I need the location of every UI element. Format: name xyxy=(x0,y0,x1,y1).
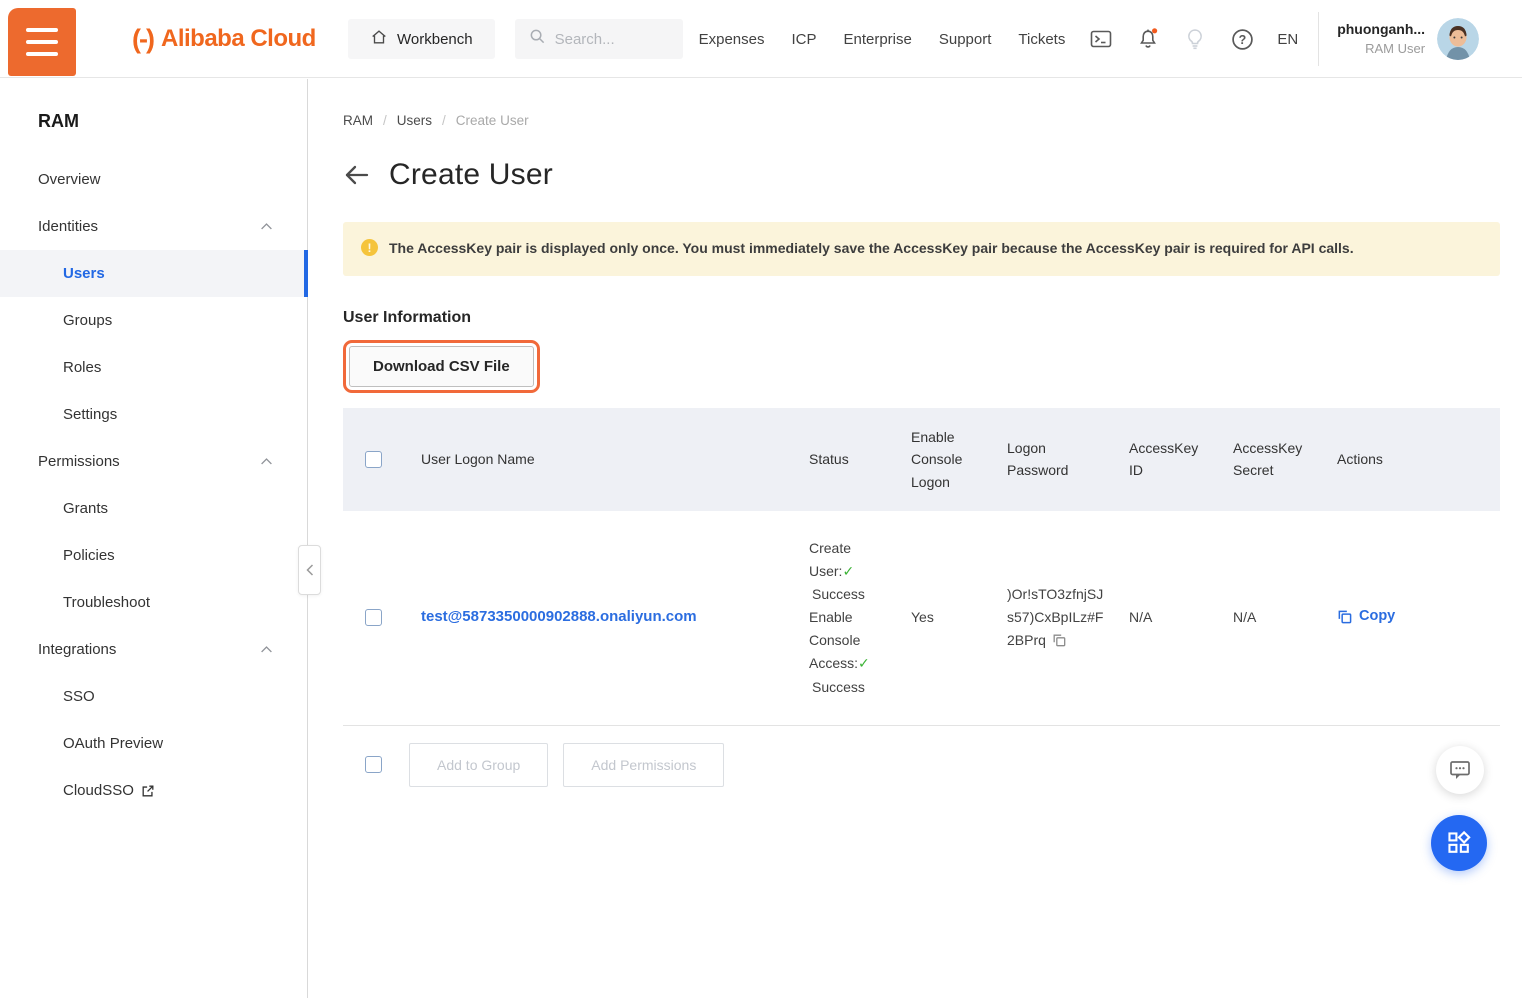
accesskey-id-cell: N/A xyxy=(1117,511,1221,725)
breadcrumb: RAM / Users / Create User xyxy=(343,113,1500,128)
breadcrumb-current: Create User xyxy=(456,113,529,128)
feedback-chat-button[interactable] xyxy=(1436,746,1484,794)
footer-select-all-checkbox[interactable] xyxy=(365,756,382,773)
account-menu[interactable]: phuonganh... RAM User xyxy=(1318,12,1479,66)
avatar[interactable] xyxy=(1437,18,1479,60)
sidebar-group-identities[interactable]: Identities xyxy=(0,203,307,250)
header-right: Workbench Expenses ICP Enterprise Suppor… xyxy=(348,0,1510,78)
col-enable-console-logon: Enable Console Logon xyxy=(899,408,995,511)
nav-icp[interactable]: ICP xyxy=(791,31,816,48)
col-logon-password: Logon Password xyxy=(995,408,1117,511)
col-actions: Actions xyxy=(1325,408,1500,511)
search-box[interactable] xyxy=(515,19,683,59)
sidebar-title: RAM xyxy=(0,79,307,132)
logo-text: Alibaba Cloud xyxy=(161,25,316,53)
home-icon xyxy=(370,28,388,50)
accesskey-warning-banner: ! The AccessKey pair is displayed only o… xyxy=(343,222,1500,276)
user-logon-name-link[interactable]: test@5873350000902888.onaliyun.com xyxy=(421,608,697,625)
search-input[interactable] xyxy=(555,31,665,48)
nav-expenses[interactable]: Expenses xyxy=(699,31,765,48)
page-title: Create User xyxy=(389,158,553,192)
sidebar-menu: Overview Identities Users Groups Roles S… xyxy=(0,156,307,814)
sidebar-group-permissions[interactable]: Permissions xyxy=(0,438,307,485)
add-to-group-button[interactable]: Add to Group xyxy=(409,743,548,787)
download-highlight-ring: Download CSV File xyxy=(343,340,540,393)
user-table: User Logon Name Status Enable Console Lo… xyxy=(343,408,1500,726)
hamburger-menu-button[interactable] xyxy=(8,8,76,76)
lightbulb-icon[interactable] xyxy=(1183,27,1207,51)
copy-password-icon[interactable] xyxy=(1052,633,1066,647)
warning-text: The AccessKey pair is displayed only onc… xyxy=(389,237,1354,261)
sidebar-item-sso[interactable]: SSO xyxy=(0,673,307,720)
shortcuts-apps-button[interactable] xyxy=(1431,815,1487,871)
success-check-icon: ✓ xyxy=(842,563,854,579)
sidebar: RAM Overview Identities Users Groups Rol… xyxy=(0,79,308,998)
svg-text:?: ? xyxy=(1239,33,1247,47)
accesskey-secret-cell: N/A xyxy=(1221,511,1325,725)
success-check-icon: ✓ xyxy=(858,655,870,671)
chevron-up-icon xyxy=(260,218,273,235)
enable-console-logon-cell: Yes xyxy=(899,511,995,725)
copy-action-link[interactable]: Copy xyxy=(1337,605,1395,629)
help-question-icon[interactable]: ? xyxy=(1230,27,1254,51)
console-terminal-icon[interactable] xyxy=(1089,27,1113,51)
select-all-checkbox[interactable] xyxy=(365,451,382,468)
sidebar-item-settings[interactable]: Settings xyxy=(0,391,307,438)
breadcrumb-users[interactable]: Users xyxy=(397,113,432,128)
sidebar-item-roles[interactable]: Roles xyxy=(0,344,307,391)
warning-icon: ! xyxy=(361,239,378,256)
top-nav: Expenses ICP Enterprise Support Tickets xyxy=(699,31,1066,48)
status-cell: Create User:✓ Success Enable Console Acc… xyxy=(797,511,899,725)
back-arrow-icon[interactable] xyxy=(343,163,371,187)
locale-switcher[interactable]: EN xyxy=(1277,31,1298,48)
footer-actions: Add to Group Add Permissions xyxy=(343,743,1500,787)
header-icons: ? xyxy=(1089,27,1254,51)
external-link-icon xyxy=(141,784,155,798)
logon-password-cell: )Or!sTO3zfnjSJs57)CxBpILz#F2BPrq xyxy=(995,511,1117,725)
download-csv-button[interactable]: Download CSV File xyxy=(349,346,534,387)
sidebar-item-cloudsso[interactable]: CloudSSO xyxy=(0,767,307,814)
main-content: RAM / Users / Create User Create User ! … xyxy=(309,79,1522,998)
search-icon xyxy=(529,28,546,50)
sidebar-item-oauth-preview[interactable]: OAuth Preview xyxy=(0,720,307,767)
logo-mark-icon: (-) xyxy=(132,24,153,55)
page: (-) Alibaba Cloud Workbench xyxy=(0,0,1522,998)
sidebar-item-troubleshoot[interactable]: Troubleshoot xyxy=(0,579,307,626)
sidebar-item-groups[interactable]: Groups xyxy=(0,297,307,344)
table-header-row: User Logon Name Status Enable Console Lo… xyxy=(343,408,1500,511)
table-row: test@5873350000902888.onaliyun.com Creat… xyxy=(343,511,1500,725)
sidebar-item-policies[interactable]: Policies xyxy=(0,532,307,579)
alibaba-cloud-logo[interactable]: (-) Alibaba Cloud xyxy=(132,0,316,78)
sidebar-item-grants[interactable]: Grants xyxy=(0,485,307,532)
chevron-up-icon xyxy=(260,641,273,658)
breadcrumb-ram[interactable]: RAM xyxy=(343,113,373,128)
sidebar-item-users[interactable]: Users xyxy=(0,250,307,297)
account-role: RAM User xyxy=(1337,40,1425,59)
col-accesskey-id: AccessKey ID xyxy=(1117,408,1221,511)
notifications-bell-icon[interactable] xyxy=(1136,27,1160,51)
top-header: (-) Alibaba Cloud Workbench xyxy=(0,0,1522,78)
col-accesskey-secret: AccessKey Secret xyxy=(1221,408,1325,511)
chevron-up-icon xyxy=(260,453,273,470)
nav-tickets[interactable]: Tickets xyxy=(1018,31,1065,48)
workbench-button[interactable]: Workbench xyxy=(348,19,495,59)
col-status: Status xyxy=(797,408,899,511)
col-user-logon-name: User Logon Name xyxy=(409,408,797,511)
section-title: User Information xyxy=(343,309,1500,327)
workbench-label: Workbench xyxy=(397,31,473,48)
sidebar-item-overview[interactable]: Overview xyxy=(0,156,307,203)
row-checkbox[interactable] xyxy=(365,609,382,626)
account-name: phuonganh... xyxy=(1337,19,1425,39)
title-row: Create User xyxy=(343,158,1500,192)
nav-support[interactable]: Support xyxy=(939,31,992,48)
add-permissions-button[interactable]: Add Permissions xyxy=(563,743,724,787)
account-text: phuonganh... RAM User xyxy=(1337,19,1425,58)
sidebar-collapse-handle[interactable] xyxy=(298,545,321,595)
sidebar-group-integrations[interactable]: Integrations xyxy=(0,626,307,673)
nav-enterprise[interactable]: Enterprise xyxy=(843,31,911,48)
